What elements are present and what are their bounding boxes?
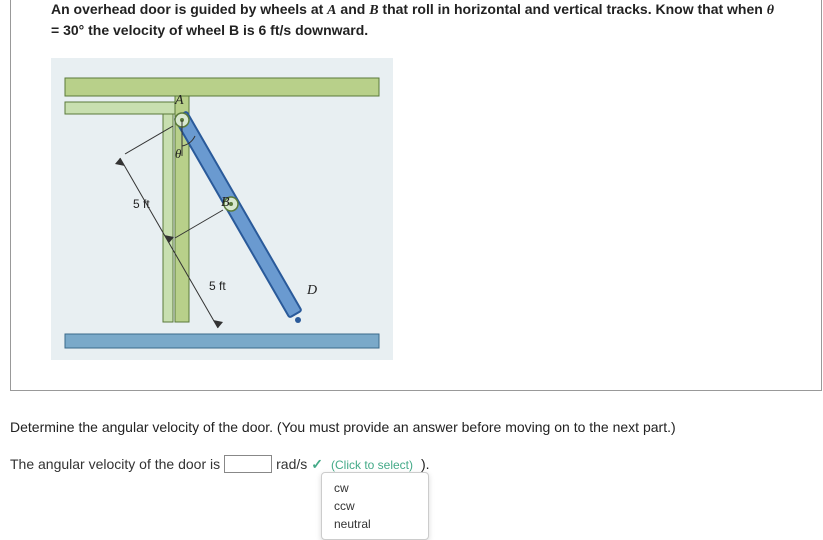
check-icon: ✓ (311, 456, 323, 473)
fig-label-theta: θ (175, 146, 182, 161)
answer-prefix: The angular velocity of the door is (10, 456, 220, 472)
fig-label-B: B (221, 195, 230, 210)
problem-text-1: An overhead door is guided by wheels at (51, 1, 327, 17)
var-B: B (369, 3, 378, 18)
problem-statement: An overhead door is guided by wheels at … (51, 0, 781, 40)
problem-panel: An overhead door is guided by wheels at … (10, 0, 822, 391)
problem-text-3: that roll in horizontal and vertical tra… (379, 1, 767, 17)
fig-dim-1: 5 ft (133, 197, 150, 211)
var-theta: θ (767, 3, 774, 18)
question-text: Determine the angular velocity of the do… (10, 419, 813, 435)
direction-dropdown[interactable]: (Click to select) cw ccw neutral (327, 456, 417, 472)
angular-velocity-input[interactable] (224, 455, 272, 473)
fig-label-A: A (174, 93, 184, 108)
dropdown-option-neutral[interactable]: neutral (322, 515, 428, 533)
problem-figure: A B D θ 5 ft 5 ft (51, 58, 393, 360)
answer-line: The angular velocity of the door is rad/… (10, 455, 813, 473)
answer-unit: rad/s (276, 456, 307, 472)
dropdown-option-cw[interactable]: cw (322, 479, 428, 497)
figure-svg: A B D θ 5 ft 5 ft (51, 58, 393, 360)
dropdown-placeholder: (Click to select) (331, 458, 413, 472)
var-A: A (327, 3, 336, 18)
problem-text-2: and (337, 1, 370, 17)
dropdown-option-ccw[interactable]: ccw (322, 497, 428, 515)
close-paren: ). (421, 456, 430, 472)
dropdown-trigger[interactable]: (Click to select) (327, 458, 417, 472)
fig-dim-2: 5 ft (209, 279, 226, 293)
fig-label-D: D (306, 283, 317, 298)
problem-text-4: = 30° the velocity of wheel B is 6 ft/s … (51, 22, 368, 38)
question-panel: Determine the angular velocity of the do… (0, 391, 823, 473)
dropdown-menu: cw ccw neutral (321, 472, 429, 540)
